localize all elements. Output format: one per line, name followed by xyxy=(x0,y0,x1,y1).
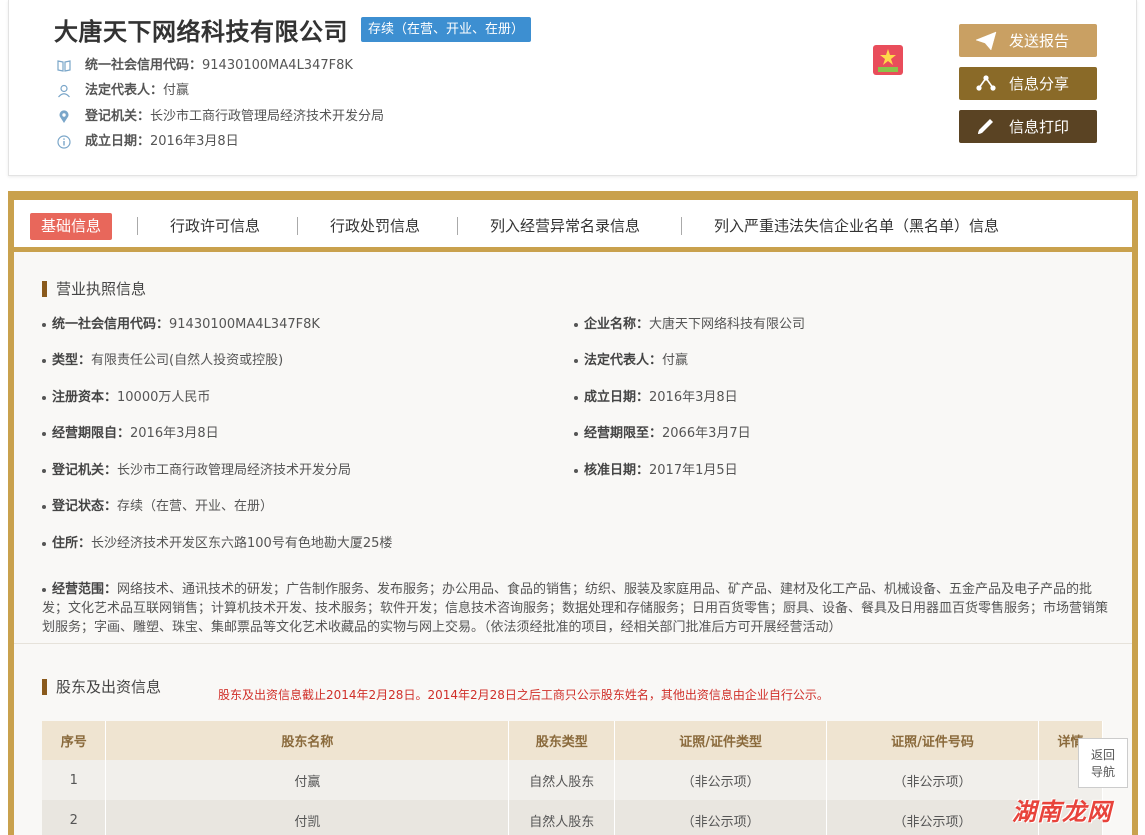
back-nav-line1: 返回 xyxy=(1090,748,1115,762)
pencil-icon xyxy=(978,118,993,134)
found-date-label: 成立日期： xyxy=(85,134,151,149)
section-divider xyxy=(14,643,1132,644)
legal-rep-value: 付赢 xyxy=(163,83,190,98)
tab-bar: 基础信息 行政许可信息 行政处罚信息 列入经营异常名录信息 列入严重违法失信企业… xyxy=(14,200,1132,252)
field-company-name: 企业名称：大唐天下网络科技有限公司 xyxy=(574,316,805,334)
location-pin-icon xyxy=(59,110,69,123)
send-report-label: 发送报告 xyxy=(1009,32,1070,50)
field-registered-capital: 注册资本：10000万人民币 xyxy=(42,389,210,407)
field-found-date: 成立日期：2016年3月8日 xyxy=(574,389,738,407)
print-info-label: 信息打印 xyxy=(1009,118,1070,136)
field-term-start: 经营期限自：2016年3月8日 xyxy=(42,425,219,443)
main-panel: 基础信息 行政许可信息 行政处罚信息 列入经营异常名录信息 列入严重违法失信企业… xyxy=(8,191,1138,835)
tab-abnormal-list[interactable]: 列入经营异常名录信息 xyxy=(490,213,640,240)
table-cell: （非公示项） xyxy=(826,760,1039,800)
share-info-label: 信息分享 xyxy=(1009,75,1070,93)
field-address: 住所：长沙经济技术开发区东六路100号有色地勘大厦25楼 xyxy=(42,535,392,553)
meta-found-date: 成立日期： 2016年3月8日 xyxy=(57,132,239,152)
table-cell: （非公示项） xyxy=(826,800,1039,835)
table-cell: 2 xyxy=(42,800,107,835)
field-approval-date: 核准日期：2017年1月5日 xyxy=(574,462,738,480)
tab-basic-info[interactable]: 基础信息 xyxy=(30,213,113,240)
tab-separator xyxy=(137,217,138,235)
table-cell: （非公示项） xyxy=(614,800,828,835)
tab-separator xyxy=(297,217,298,235)
col-header: 股东类型 xyxy=(508,721,616,760)
company-name: 大唐天下网络科技有限公司 xyxy=(54,18,348,46)
shareholder-notice: 股东及出资信息截止2014年2月28日。2014年2月28日之后工商只公示股东姓… xyxy=(218,688,829,702)
col-header: 证照/证件号码 xyxy=(826,721,1039,760)
person-icon xyxy=(58,84,70,98)
table-cell: 自然人股东 xyxy=(508,800,616,835)
table-cell: 1 xyxy=(42,760,107,800)
tab-separator xyxy=(457,217,458,235)
site-watermark: 湖南龙网 xyxy=(1012,798,1112,826)
credit-code-value: 91430100MA4L347F8K xyxy=(202,58,353,73)
book-icon xyxy=(57,60,71,72)
share-info-button[interactable]: 信息分享 xyxy=(959,67,1097,100)
shareholder-title-text: 股东及出资信息 xyxy=(56,678,162,696)
print-info-button[interactable]: 信息打印 xyxy=(959,110,1097,143)
tab-separator xyxy=(681,217,682,235)
info-icon xyxy=(57,135,71,149)
section-marker xyxy=(42,280,47,297)
field-type: 类型：有限责任公司(自然人投资或控股) xyxy=(42,352,283,370)
table-row: 2 付凯 自然人股东 （非公示项） （非公示项） xyxy=(42,800,1104,835)
meta-legal-rep: 法定代表人： 付赢 xyxy=(57,81,189,101)
back-nav-line2: 导航 xyxy=(1090,765,1115,779)
company-header-card: 大唐天下网络科技有限公司 存续（在营、开业、在册） 统一社会信用代码： 91430… xyxy=(8,0,1137,176)
reg-authority-label: 登记机关： xyxy=(85,109,151,124)
share-icon xyxy=(976,74,996,91)
main-panel-inner: 基础信息 行政许可信息 行政处罚信息 列入经营异常名录信息 列入严重违法失信企业… xyxy=(14,200,1132,835)
status-badge: 存续（在营、开业、在册） xyxy=(361,17,532,42)
meta-credit-code: 统一社会信用代码： 91430100MA4L347F8K xyxy=(57,56,353,76)
table-row: 1 付赢 自然人股东 （非公示项） （非公示项） xyxy=(42,760,1104,800)
section-marker xyxy=(42,678,47,695)
table-cell: 付凯 xyxy=(105,800,510,835)
shareholder-section-title: 股东及出资信息 xyxy=(42,676,161,697)
paper-plane-icon xyxy=(975,31,997,51)
back-to-nav-button[interactable]: 返回 导航 xyxy=(1078,738,1128,788)
field-legal-rep: 法定代表人：付赢 xyxy=(574,352,688,370)
field-business-scope: 经营范围：网络技术、通讯技术的研发；广告制作服务、发布服务；办公用品、食品的销售… xyxy=(42,582,1109,635)
tab-admin-license[interactable]: 行政许可信息 xyxy=(170,213,260,240)
credit-badge-logo xyxy=(873,45,903,75)
license-title-text: 营业执照信息 xyxy=(56,280,147,298)
meta-reg-authority: 登记机关： 长沙市工商行政管理局经济技术开发分局 xyxy=(57,107,384,127)
table-cell: 自然人股东 xyxy=(508,760,616,800)
col-header: 股东名称 xyxy=(105,721,510,760)
table-cell: （非公示项） xyxy=(614,760,828,800)
send-report-button[interactable]: 发送报告 xyxy=(959,24,1097,57)
reg-authority-value: 长沙市工商行政管理局经济技术开发分局 xyxy=(150,109,385,124)
found-date-value: 2016年3月8日 xyxy=(150,134,239,149)
credit-code-label: 统一社会信用代码： xyxy=(85,58,203,73)
field-credit-code: 统一社会信用代码：91430100MA4L347F8K xyxy=(42,316,320,334)
field-reg-status: 登记状态：存续（在营、开业、在册） xyxy=(42,498,273,516)
legal-rep-label: 法定代表人： xyxy=(85,83,164,98)
table-header-row: 序号 股东名称 股东类型 证照/证件类型 证照/证件号码 详情 xyxy=(42,721,1104,760)
col-header: 序号 xyxy=(42,721,107,760)
tab-admin-penalty[interactable]: 行政处罚信息 xyxy=(330,213,420,240)
col-header: 证照/证件类型 xyxy=(614,721,828,760)
shareholder-table: 序号 股东名称 股东类型 证照/证件类型 证照/证件号码 详情 1 付赢 自然人… xyxy=(42,721,1104,835)
tab-blacklist[interactable]: 列入严重违法失信企业名单（黑名单）信息 xyxy=(714,213,999,240)
table-cell: 付赢 xyxy=(105,760,510,800)
field-term-end: 经营期限至：2066年3月7日 xyxy=(574,425,751,443)
license-section-title: 营业执照信息 xyxy=(42,278,146,299)
field-reg-authority: 登记机关：长沙市工商行政管理局经济技术开发分局 xyxy=(42,462,351,480)
